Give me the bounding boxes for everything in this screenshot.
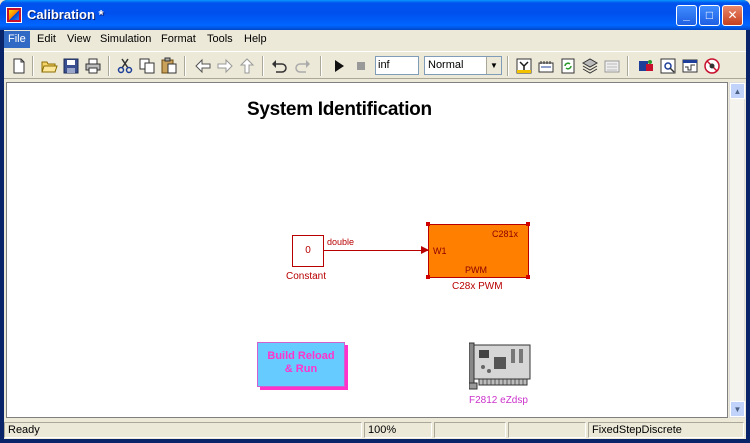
toolbar-separator (627, 56, 629, 76)
selection-handle[interactable] (526, 275, 530, 279)
window-title: Calibration * (27, 7, 104, 22)
toolbar-separator (320, 56, 322, 76)
model-browser-icon[interactable] (581, 57, 599, 75)
build-reload-run-block[interactable]: Build Reload & Run (257, 342, 345, 387)
stop-time-input[interactable]: inf (375, 56, 419, 75)
minimize-button[interactable]: _ (676, 5, 697, 26)
vertical-scrollbar[interactable]: ▲ ▼ (729, 82, 745, 418)
toolbar-separator (108, 56, 110, 76)
refresh-icon[interactable] (559, 57, 577, 75)
paste-icon[interactable] (160, 57, 178, 75)
toolbar-separator (507, 56, 509, 76)
scroll-up-button[interactable]: ▲ (730, 83, 745, 99)
diagram-title: System Identification (247, 99, 432, 120)
forward-icon[interactable] (216, 57, 234, 75)
solver-name: FixedStepDiscrete (588, 422, 744, 438)
menu-file[interactable]: File (4, 31, 30, 48)
scroll-down-button[interactable]: ▼ (730, 401, 745, 417)
c28x-pwm-block[interactable]: C281x W1 PWM (428, 224, 529, 278)
menu-help[interactable]: Help (240, 31, 271, 48)
model-window: Calibration * _ □ ✕ File Edit View Simul… (0, 0, 750, 443)
selection-handle[interactable] (526, 222, 530, 226)
toolbar-separator (262, 56, 264, 76)
back-icon[interactable] (194, 57, 212, 75)
toolbar: inf Normal ▼ (4, 51, 746, 79)
close-button[interactable]: ✕ (722, 5, 743, 26)
ezdsp-board-icon[interactable] (469, 339, 531, 391)
stop-simulation-icon[interactable] (352, 57, 370, 75)
copy-icon[interactable] (138, 57, 156, 75)
simulation-mode-select[interactable]: Normal ▼ (424, 56, 502, 75)
menu-bar: File Edit View Simulation Format Tools H… (4, 30, 746, 49)
menu-view[interactable]: View (63, 31, 95, 48)
pwm-header: C281x (492, 229, 519, 239)
update-diagram-icon[interactable] (537, 57, 555, 75)
open-icon[interactable] (40, 57, 58, 75)
status-text: Ready (4, 422, 362, 438)
pwm-block-label: C28x PWM (452, 281, 503, 292)
pwm-body-text: PWM (465, 265, 487, 275)
constant-block[interactable]: 0 (292, 235, 324, 267)
zoom-level: 100% (364, 422, 432, 438)
cut-icon[interactable] (116, 57, 134, 75)
build-block-line1: Build Reload (267, 350, 335, 362)
new-icon[interactable] (10, 57, 28, 75)
menu-simulation[interactable]: Simulation (96, 31, 155, 48)
save-icon[interactable] (62, 57, 80, 75)
menu-edit[interactable]: Edit (33, 31, 60, 48)
model-explorer-icon[interactable] (637, 57, 655, 75)
debugger-icon[interactable] (659, 57, 677, 75)
constant-value: 0 (305, 245, 311, 256)
build-icon[interactable] (515, 57, 533, 75)
title-bar[interactable]: Calibration * _ □ ✕ (0, 0, 750, 30)
status-bar: Ready 100% FixedStepDiscrete (4, 420, 746, 439)
simulation-mode-value: Normal (428, 59, 464, 71)
signal-builder-icon[interactable] (681, 57, 699, 75)
constant-block-label: Constant (286, 271, 327, 282)
window-body: File Edit View Simulation Format Tools H… (4, 30, 746, 439)
chevron-down-icon[interactable]: ▼ (486, 57, 501, 74)
toolbar-separator (32, 56, 34, 76)
redo-icon[interactable] (294, 57, 312, 75)
menu-tools[interactable]: Tools (203, 31, 237, 48)
up-icon[interactable] (238, 57, 256, 75)
no-entry-icon[interactable] (703, 57, 721, 75)
model-canvas[interactable]: System Identification 0 Constant double … (6, 82, 728, 418)
menu-format[interactable]: Format (157, 31, 200, 48)
signal-line[interactable] (324, 250, 428, 251)
simulink-app-icon[interactable] (6, 7, 22, 23)
maximize-button[interactable]: □ (699, 5, 720, 26)
status-cell-empty (508, 422, 586, 438)
print-icon[interactable] (84, 57, 102, 75)
status-cell-empty (434, 422, 506, 438)
signal-label: double (327, 237, 355, 247)
pwm-input-port: W1 (433, 246, 447, 256)
library-browser-icon[interactable] (603, 57, 621, 75)
selection-handle[interactable] (426, 275, 430, 279)
toolbar-separator (184, 56, 186, 76)
selection-handle[interactable] (426, 222, 430, 226)
build-block-line2: & Run (284, 363, 318, 375)
ezdsp-board-label: F2812 eZdsp (469, 395, 528, 406)
undo-icon[interactable] (270, 57, 288, 75)
start-simulation-icon[interactable] (330, 57, 348, 75)
